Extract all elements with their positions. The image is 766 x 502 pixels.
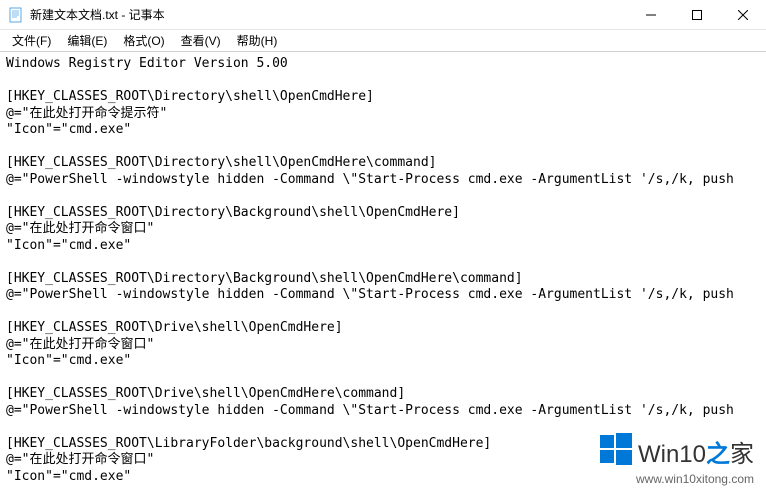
menu-edit[interactable]: 编辑(E) [59, 30, 115, 51]
text-content[interactable]: Windows Registry Editor Version 5.00 [HK… [0, 52, 766, 502]
menu-view[interactable]: 查看(V) [173, 30, 229, 51]
menubar: 文件(F) 编辑(E) 格式(O) 查看(V) 帮助(H) [0, 30, 766, 52]
menu-file[interactable]: 文件(F) [4, 30, 59, 51]
minimize-button[interactable] [628, 0, 674, 29]
menu-format[interactable]: 格式(O) [115, 30, 172, 51]
close-button[interactable] [720, 0, 766, 29]
notepad-icon [8, 7, 24, 23]
titlebar: 新建文本文档.txt - 记事本 [0, 0, 766, 30]
maximize-button[interactable] [674, 0, 720, 29]
window-title: 新建文本文档.txt - 记事本 [30, 6, 628, 23]
menu-help[interactable]: 帮助(H) [229, 30, 286, 51]
window-controls [628, 0, 766, 29]
